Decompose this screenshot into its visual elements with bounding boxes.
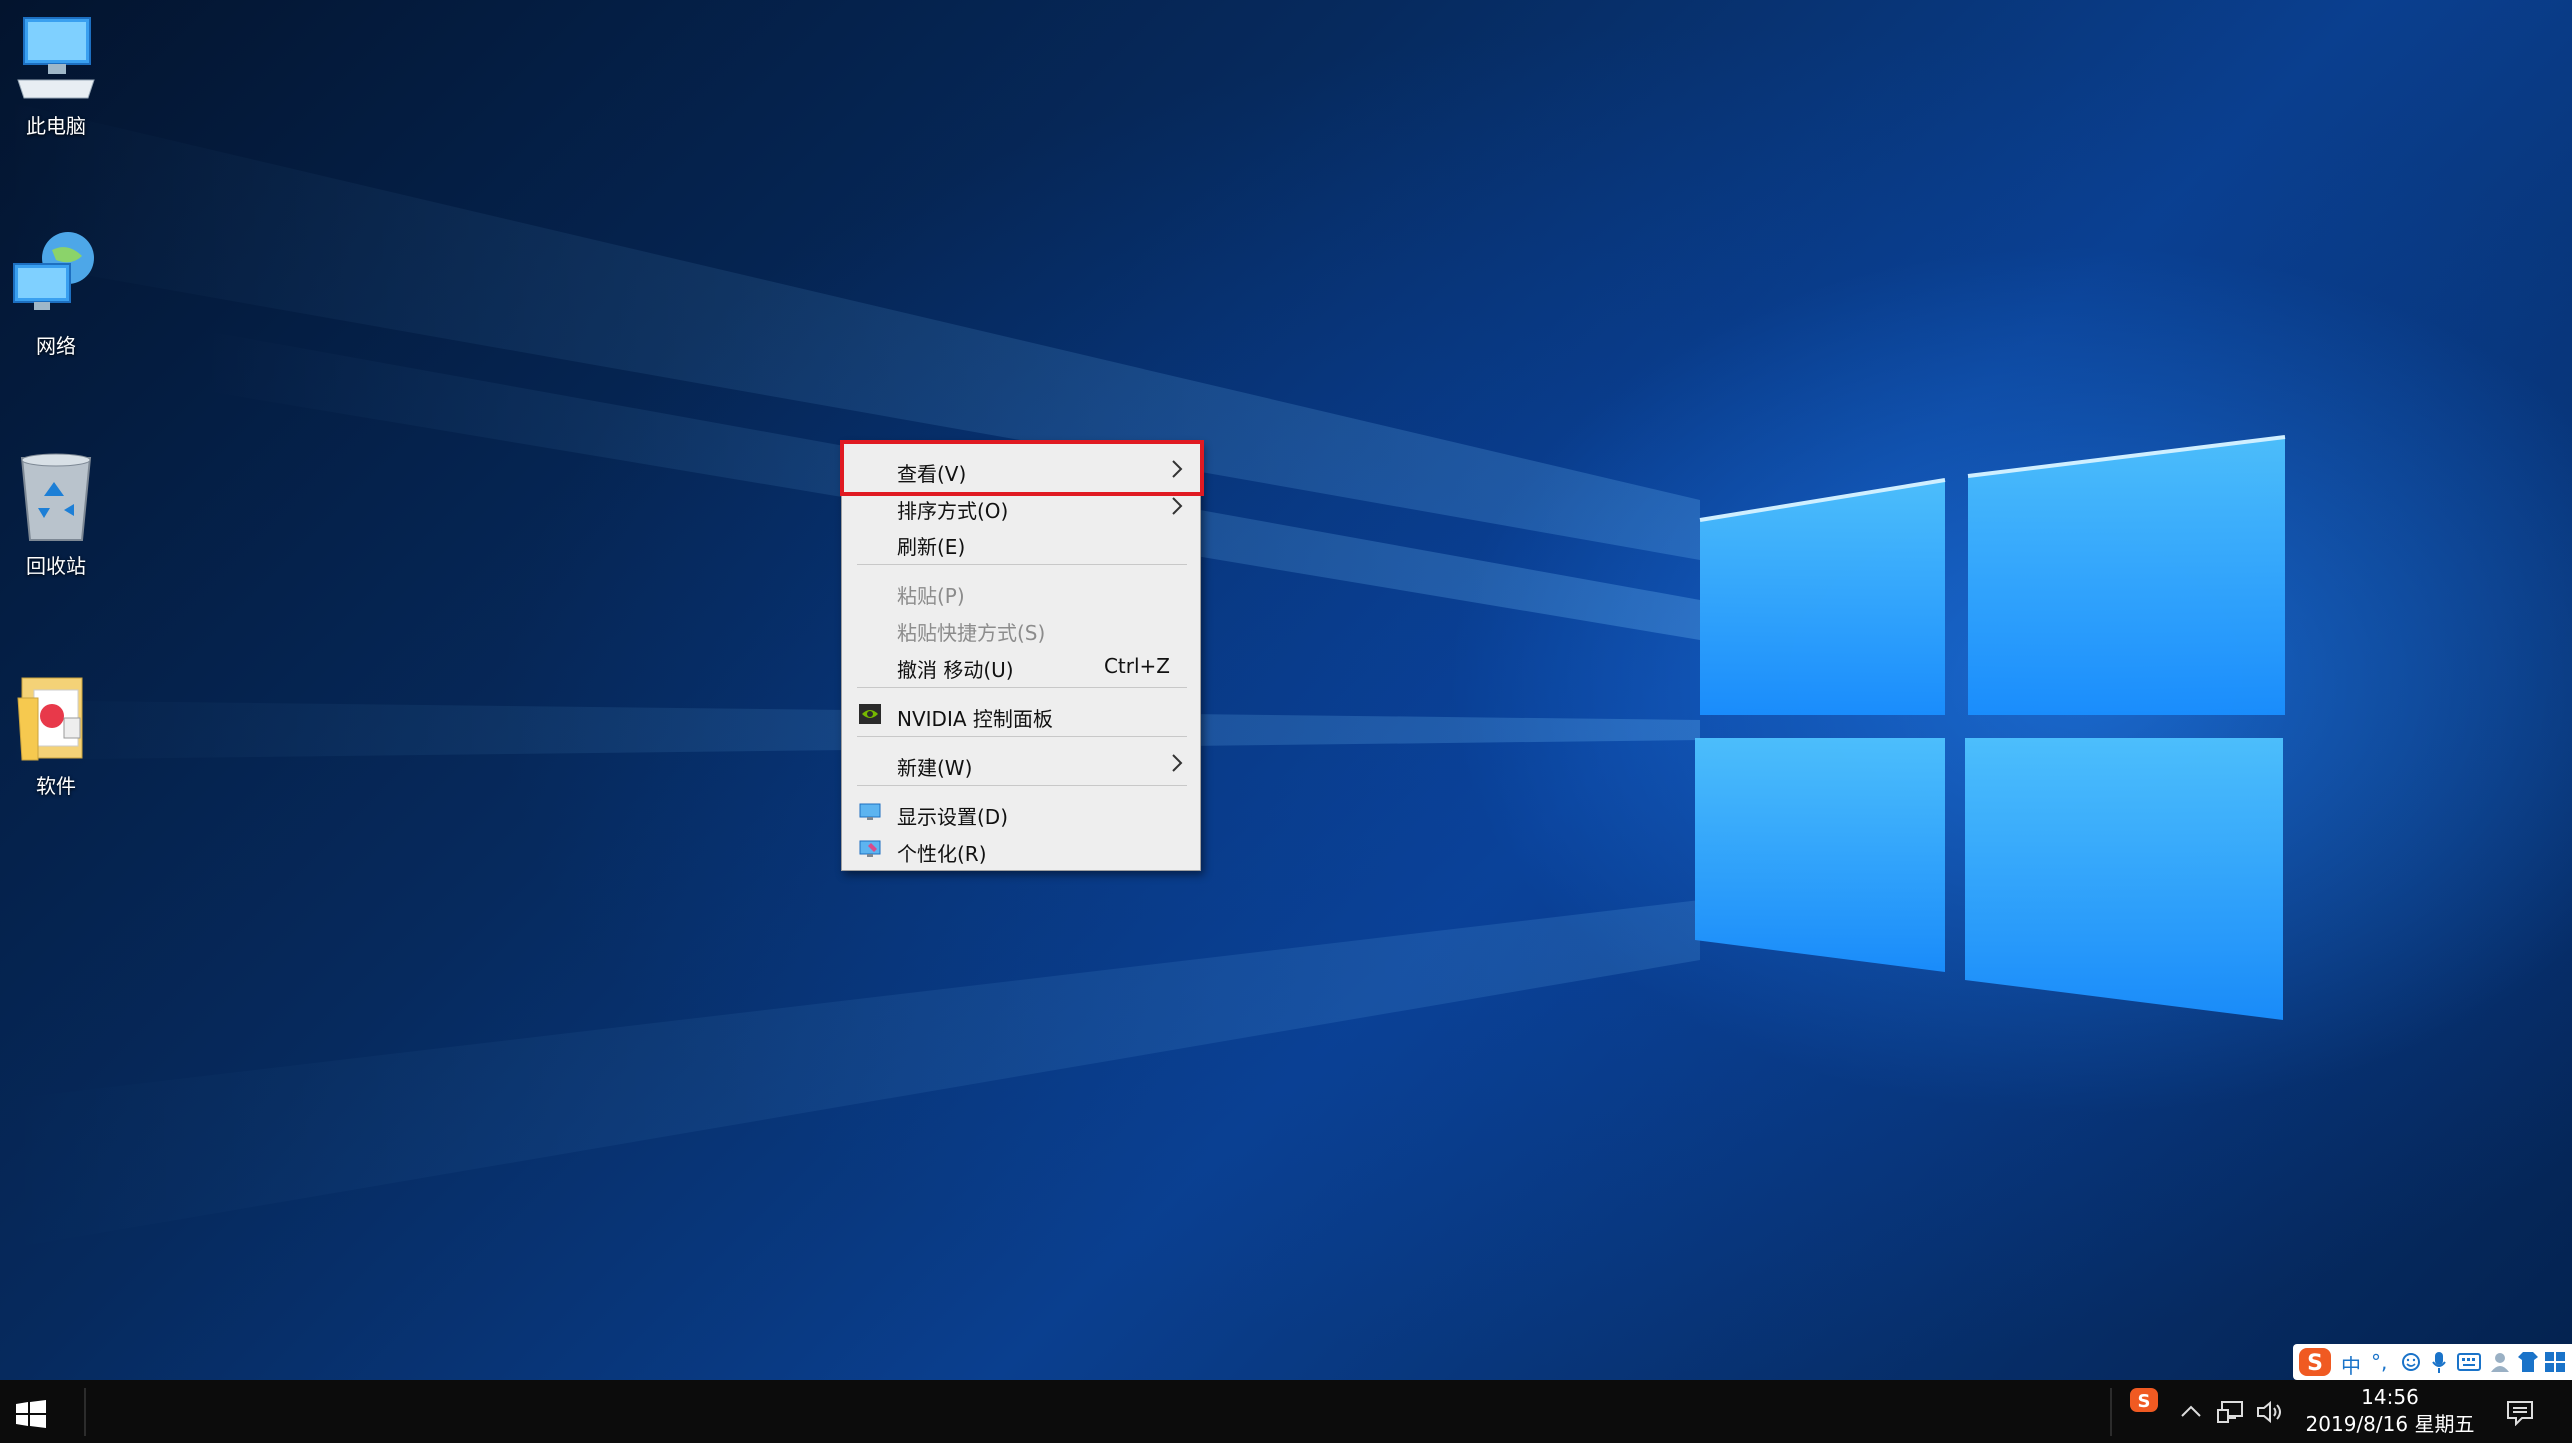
taskbar: S 14:56 2019/8/16 星期五 (0, 1380, 2572, 1443)
menu-item-label: 粘贴(P) (897, 584, 965, 608)
menu-item-personalize[interactable]: 个性化(R) (842, 831, 1200, 867)
folder-icon (17, 677, 83, 761)
menu-item-label: 粘贴快捷方式(S) (897, 621, 1046, 645)
ime-punctuation-toggle[interactable]: °, (2371, 1350, 2387, 1374)
wallpaper-logo (0, 100, 2286, 1250)
svg-text:S: S (2307, 1351, 2323, 1376)
desktop-icon-label: 回收站 (26, 554, 86, 578)
menu-item-refresh[interactable]: 刷新(E) (842, 524, 1200, 560)
clock-time: 14:56 (2361, 1385, 2419, 1409)
menu-item-nvidia-control-panel[interactable]: NVIDIA 控制面板 (842, 696, 1200, 732)
ime-toolbar: S 中 °, (2293, 1344, 2572, 1380)
desktop-icon-label: 此电脑 (26, 114, 86, 138)
taskbar-divider (84, 1388, 86, 1436)
menu-item-undo-move[interactable]: 撤消 移动(U) Ctrl+Z (842, 647, 1200, 683)
sogou-logo-icon[interactable]: S (2297, 1346, 2333, 1378)
menu-item-paste[interactable]: 粘贴(P) (842, 573, 1200, 609)
menu-item-label: 新建(W) (897, 756, 973, 780)
nvidia-icon (859, 704, 881, 724)
taskbar-clock[interactable]: 14:56 2019/8/16 星期五 (2290, 1384, 2490, 1440)
chevron-right-icon (1172, 754, 1183, 772)
menu-item-new[interactable]: 新建(W) (842, 745, 1200, 781)
menu-separator (857, 736, 1187, 737)
menu-item-label: 个性化(R) (897, 842, 987, 866)
clock-date: 2019/8/16 星期五 (2305, 1412, 2475, 1436)
emoji-icon[interactable] (2401, 1352, 2421, 1372)
windows-start-icon[interactable] (16, 1400, 46, 1428)
microphone-icon[interactable] (2431, 1350, 2447, 1374)
desktop-icon-software-folder[interactable]: 软件 (8, 668, 104, 799)
computer-icon (17, 17, 95, 99)
network-icon (13, 232, 94, 310)
desktop-icon-network[interactable]: 网络 (8, 228, 104, 359)
menu-item-label: 刷新(E) (897, 535, 966, 559)
personalize-icon (859, 840, 881, 857)
highlight-box (840, 440, 1204, 496)
menu-separator (857, 564, 1187, 565)
desktop-icon-this-pc[interactable]: 此电脑 (8, 8, 104, 139)
desktop-context-menu: 查看(V) 排序方式(O) 刷新(E) 粘贴(P) 粘贴快捷方式(S) 撤消 移… (841, 441, 1201, 871)
sogou-tray-icon[interactable]: S (2128, 1386, 2160, 1414)
desktop-icon-label: 网络 (36, 334, 76, 358)
recycle-bin-icon (20, 453, 92, 541)
keyboard-icon[interactable] (2457, 1352, 2481, 1372)
skin-shirt-icon[interactable] (2517, 1350, 2539, 1374)
menu-item-label: NVIDIA 控制面板 (897, 707, 1053, 731)
menu-separator (857, 687, 1187, 688)
menu-item-label: 显示设置(D) (897, 805, 1009, 829)
display-settings-icon (859, 803, 881, 820)
menu-item-display-settings[interactable]: 显示设置(D) (842, 794, 1200, 830)
network-tray-icon[interactable] (2216, 1400, 2246, 1424)
chevron-up-icon[interactable] (2180, 1404, 2202, 1418)
desktop-icon-label: 软件 (36, 774, 76, 798)
ime-language-toggle[interactable]: 中 (2341, 1350, 2361, 1379)
taskbar-divider (2110, 1388, 2112, 1436)
desktop-icon-recycle-bin[interactable]: 回收站 (8, 448, 104, 579)
menu-item-shortcut: Ctrl+Z (1103, 654, 1170, 678)
desktop-background[interactable]: 此电脑 网络 回收站 软件 (0, 0, 2572, 1380)
menu-item-paste-shortcut[interactable]: 粘贴快捷方式(S) (842, 610, 1200, 646)
user-icon[interactable] (2489, 1350, 2511, 1374)
toolbox-grid-icon[interactable] (2543, 1350, 2567, 1374)
menu-item-label: 排序方式(O) (897, 499, 1009, 523)
chevron-right-icon (1172, 497, 1183, 515)
action-center-icon[interactable] (2506, 1400, 2534, 1426)
volume-icon[interactable] (2256, 1400, 2284, 1424)
menu-separator (857, 785, 1187, 786)
menu-item-label: 撤消 移动(U) (897, 658, 1014, 682)
svg-text:S: S (2138, 1391, 2151, 1412)
